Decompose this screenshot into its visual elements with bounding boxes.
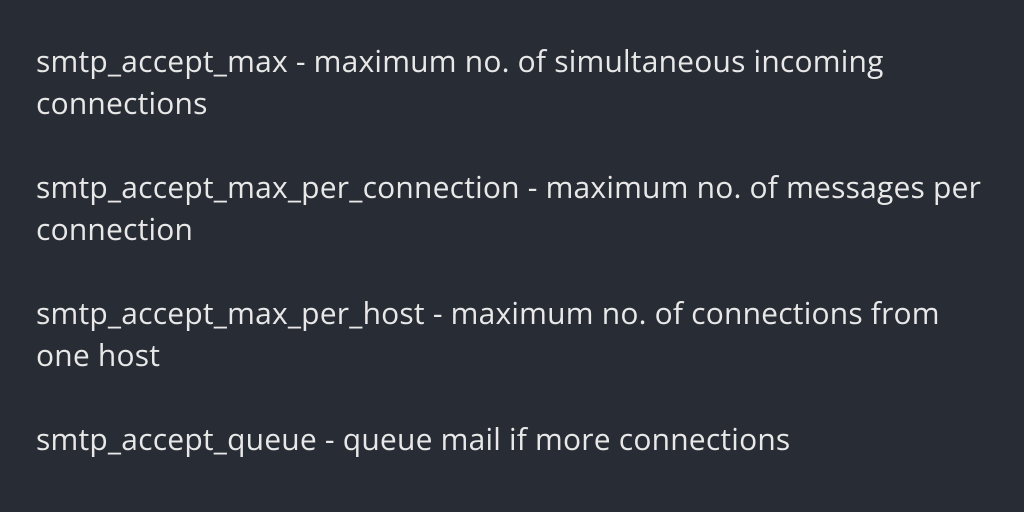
config-text: smtp_accept_max_per_host - maximum no. o… [36, 292, 988, 376]
config-item: smtp_accept_max_per_host - maximum no. o… [36, 292, 988, 376]
config-item: smtp_accept_max_per_connection - maximum… [36, 166, 988, 250]
config-item: smtp_accept_max - maximum no. of simulta… [36, 40, 988, 124]
config-text: smtp_accept_queue - queue mail if more c… [36, 418, 988, 460]
config-item: smtp_accept_queue - queue mail if more c… [36, 418, 988, 460]
config-text: smtp_accept_max_per_connection - maximum… [36, 166, 988, 250]
config-text: smtp_accept_max - maximum no. of simulta… [36, 40, 988, 124]
